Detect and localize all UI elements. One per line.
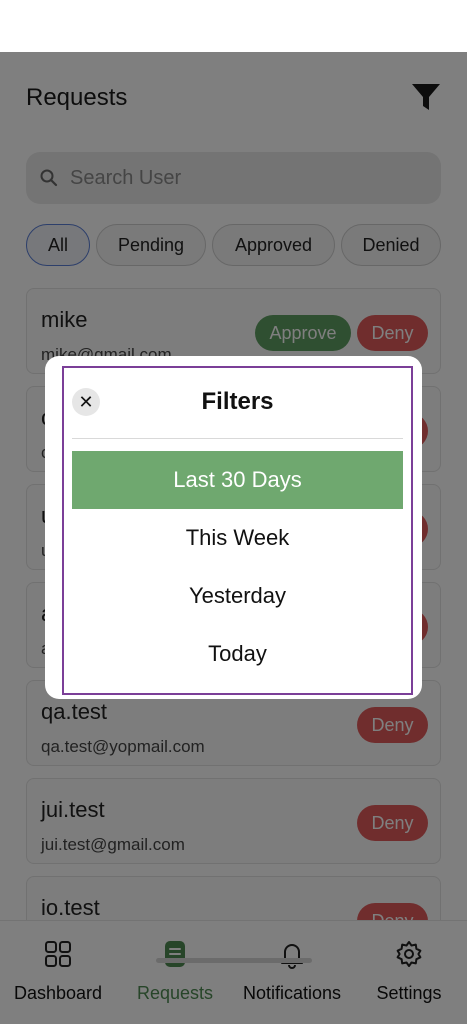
modal-divider bbox=[72, 438, 403, 439]
close-icon: ✕ bbox=[78, 391, 94, 412]
filters-modal: Filters ✕ Last 30 Days This Week Yesterd… bbox=[45, 356, 422, 699]
close-button[interactable]: ✕ bbox=[72, 388, 100, 416]
modal-title: Filters bbox=[201, 388, 274, 415]
filter-option-last-30-days[interactable]: Last 30 Days bbox=[72, 451, 403, 509]
filter-option-this-week[interactable]: This Week bbox=[72, 509, 403, 567]
modal-frame: Filters ✕ Last 30 Days This Week Yesterd… bbox=[62, 366, 413, 695]
home-indicator bbox=[156, 958, 312, 963]
filter-option-yesterday[interactable]: Yesterday bbox=[72, 567, 403, 625]
filter-option-today[interactable]: Today bbox=[72, 625, 403, 683]
status-bar bbox=[0, 0, 467, 52]
